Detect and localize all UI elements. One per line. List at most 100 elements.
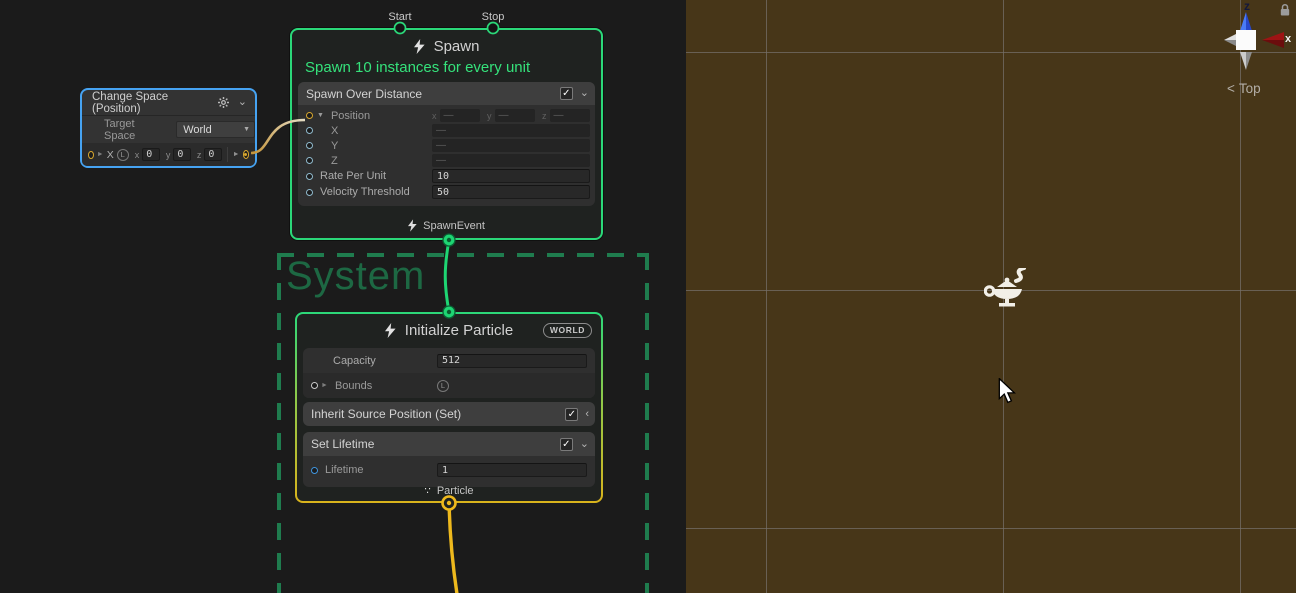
- gizmo-view-cube[interactable]: [1236, 30, 1256, 50]
- particle-output-label: Particle: [437, 485, 474, 497]
- change-space-title: Change Space (Position): [92, 91, 218, 115]
- lightning-icon: [408, 219, 417, 232]
- y-axis-label: y: [166, 150, 171, 160]
- change-space-node[interactable]: Change Space (Position) ⌄ Target Space W…: [80, 88, 257, 168]
- bounds-row: ► Bounds L: [303, 373, 595, 398]
- initialize-settings-block: Capacity 512 ► Bounds L: [303, 348, 595, 398]
- position-row: ▼ Position x— y— z—: [298, 108, 595, 123]
- y-label: Y: [331, 140, 338, 152]
- position-port[interactable]: [306, 112, 313, 119]
- position-x-row: X —: [298, 123, 595, 138]
- spawn-over-distance-header[interactable]: Spawn Over Distance ✓ ⌄: [298, 82, 595, 105]
- y-field[interactable]: —: [432, 139, 590, 152]
- block-enabled-checkbox[interactable]: ✓: [560, 87, 573, 100]
- capacity-row: Capacity 512: [303, 348, 595, 373]
- bounds-label: Bounds: [335, 380, 372, 392]
- y-value-input[interactable]: 0: [173, 148, 191, 161]
- x-axis-label: x: [135, 150, 140, 160]
- wire-spawn-to-initialize[interactable]: [445, 240, 449, 312]
- axis-cone-left[interactable]: [1224, 33, 1238, 47]
- block-enabled-checkbox[interactable]: ✓: [565, 408, 578, 421]
- lifetime-input[interactable]: 1: [437, 463, 587, 477]
- set-lifetime-block[interactable]: Set Lifetime ✓ ⌄ Lifetime 1: [303, 432, 595, 487]
- particle-icon: ∵: [424, 486, 430, 497]
- axis-cone-down[interactable]: [1240, 52, 1252, 70]
- view-orientation-label[interactable]: < Top: [1227, 81, 1261, 96]
- z-port[interactable]: [306, 157, 313, 164]
- target-space-dropdown[interactable]: World ▼: [176, 121, 255, 138]
- system-group-border-left: [277, 253, 281, 593]
- vfx-graph-canvas[interactable]: System Start Stop Spawn Spawn 10 instanc…: [0, 0, 686, 593]
- x-value-input[interactable]: 0: [142, 148, 160, 161]
- lifetime-port[interactable]: [311, 467, 318, 474]
- change-space-header[interactable]: Change Space (Position) ⌄: [82, 90, 255, 115]
- system-group-title[interactable]: System: [286, 254, 425, 299]
- mouse-cursor: [998, 378, 1016, 404]
- z-field[interactable]: —: [432, 154, 590, 167]
- velocity-threshold-input[interactable]: 50: [432, 185, 590, 199]
- world-space-badge[interactable]: WORLD: [543, 323, 592, 338]
- chevron-down-icon[interactable]: ⌄: [580, 439, 589, 450]
- spawn-annotation[interactable]: Spawn 10 instances for every unit: [305, 59, 530, 76]
- axis-cone-x[interactable]: [1262, 32, 1284, 48]
- triangle-right-icon: ►: [97, 151, 104, 158]
- position-y-row: Y —: [298, 138, 595, 153]
- system-group-border-right: [645, 253, 649, 593]
- z-axis-label: z: [542, 111, 547, 121]
- velocity-threshold-port[interactable]: [306, 189, 313, 196]
- lightning-icon: [414, 39, 425, 54]
- x-port[interactable]: [306, 127, 313, 134]
- vfx-lamp-gizmo-icon[interactable]: [984, 268, 1034, 312]
- scene-view[interactable]: z x < Top: [686, 0, 1296, 593]
- check-icon: ✓: [568, 409, 576, 420]
- gizmo-x-axis-label: x: [1285, 33, 1291, 45]
- chevron-down-icon[interactable]: ⌄: [580, 88, 589, 99]
- lock-icon[interactable]: [1279, 3, 1291, 17]
- spawn-start-port-label: Start: [388, 11, 411, 23]
- target-space-label: Target Space: [104, 118, 166, 142]
- initialize-particle-node[interactable]: Initialize Particle WORLD Capacity 512 ►…: [295, 312, 603, 503]
- local-space-badge[interactable]: L: [437, 380, 449, 392]
- spawn-node-header[interactable]: Spawn: [292, 35, 601, 57]
- position-y-field[interactable]: —: [495, 109, 536, 122]
- block-title: Spawn Over Distance: [306, 87, 560, 101]
- divider: [227, 147, 228, 162]
- spawn-stop-port-label: Stop: [482, 11, 505, 23]
- position-expander-icon[interactable]: ▼: [317, 112, 324, 119]
- rate-per-unit-port[interactable]: [306, 173, 313, 180]
- y-port[interactable]: [306, 142, 313, 149]
- chevron-down-icon[interactable]: ⌄: [238, 97, 247, 108]
- position-z-field[interactable]: —: [550, 109, 591, 122]
- rate-per-unit-row: Rate Per Unit 10: [298, 168, 595, 184]
- capacity-input[interactable]: 512: [437, 354, 587, 368]
- position-x-field[interactable]: —: [440, 109, 481, 122]
- wire-initialize-to-update[interactable]: [449, 503, 457, 593]
- check-icon: ✓: [562, 439, 570, 450]
- spawn-context-node[interactable]: Spawn Spawn 10 instances for every unit …: [290, 28, 603, 240]
- x-input-port[interactable]: [88, 151, 94, 159]
- x-label: X: [331, 125, 338, 137]
- chevron-left-icon[interactable]: ‹: [585, 409, 589, 420]
- velocity-threshold-label: Velocity Threshold: [320, 186, 410, 198]
- change-space-output-port[interactable]: [243, 150, 249, 159]
- x-field[interactable]: —: [432, 124, 590, 137]
- rate-per-unit-input[interactable]: 10: [432, 169, 590, 183]
- triangle-right-icon: ►: [233, 151, 240, 158]
- block-enabled-checkbox[interactable]: ✓: [560, 438, 573, 451]
- grid-line: [766, 0, 767, 593]
- spawn-output-row: SpawnEvent: [292, 219, 601, 232]
- bounds-port[interactable]: [311, 382, 318, 389]
- grid-line: [686, 52, 1296, 53]
- back-arrow-icon: <: [1227, 81, 1235, 96]
- local-space-badge[interactable]: L: [117, 149, 129, 161]
- gear-icon[interactable]: [218, 97, 229, 108]
- lifetime-label: Lifetime: [325, 464, 364, 476]
- spawn-event-output-label: SpawnEvent: [423, 220, 485, 232]
- position-z-row: Z —: [298, 153, 595, 168]
- target-space-value: World: [177, 124, 243, 136]
- change-space-io-row: ► X L x 0 y 0 z 0 ►: [82, 143, 255, 166]
- spawn-over-distance-block[interactable]: Spawn Over Distance ✓ ⌄ ▼ Position x— y—…: [298, 82, 595, 206]
- z-value-input[interactable]: 0: [204, 148, 222, 161]
- axis-cone-z[interactable]: [1240, 12, 1252, 31]
- inherit-source-position-block[interactable]: Inherit Source Position (Set) ✓ ‹: [303, 402, 595, 426]
